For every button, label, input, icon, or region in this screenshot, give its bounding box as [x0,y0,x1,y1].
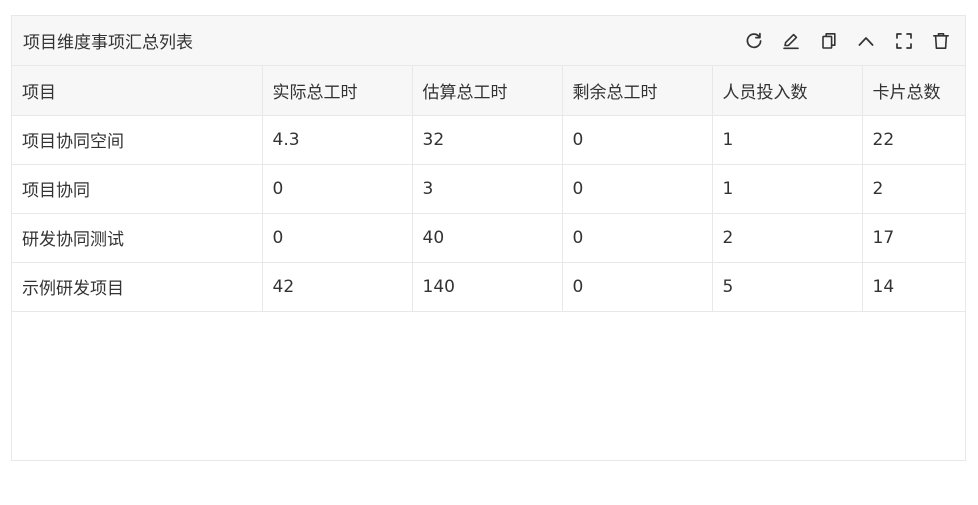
summary-panel: 项目维度事项汇总列表 项目 实际总工时 估算总工时 剩余总工时 人员投入数 卡片… [11,15,966,461]
panel-header: 项目维度事项汇总列表 [12,16,965,66]
delete-icon[interactable] [931,31,951,51]
cell-estimated-hours: 140 [412,262,563,312]
cell-card-count: 2 [862,164,965,214]
table-row[interactable]: 示例研发项目 42 140 0 5 14 [12,262,965,312]
cell-remaining-hours: 0 [562,164,713,214]
cell-project: 示例研发项目 [12,262,263,312]
cell-estimated-hours: 32 [412,115,563,165]
cell-actual-hours: 0 [262,213,413,263]
panel-title: 项目维度事项汇总列表 [23,33,193,53]
cell-remaining-hours: 0 [562,213,713,263]
edit-icon[interactable] [781,31,801,51]
cell-remaining-hours: 0 [562,262,713,312]
cell-project: 研发协同测试 [12,213,263,263]
cell-headcount: 2 [712,213,863,263]
cell-card-count: 22 [862,115,965,165]
cell-actual-hours: 0 [262,164,413,214]
cell-project: 项目协同 [12,164,263,214]
cell-estimated-hours: 40 [412,213,563,263]
cell-headcount: 1 [712,164,863,214]
cell-actual-hours: 42 [262,262,413,312]
table-row[interactable]: 研发协同测试 0 40 0 2 17 [12,213,965,263]
collapse-icon[interactable] [856,31,876,51]
table-row[interactable]: 项目协同空间 4.3 32 0 1 22 [12,115,965,165]
fullscreen-icon[interactable] [894,31,914,51]
refresh-icon[interactable] [744,31,764,51]
table-header-row: 项目 实际总工时 估算总工时 剩余总工时 人员投入数 卡片总数 [12,66,965,116]
table-row[interactable]: 项目协同 0 3 0 1 2 [12,164,965,214]
summary-table: 项目 实际总工时 估算总工时 剩余总工时 人员投入数 卡片总数 项目协同空间 4… [12,66,965,312]
cell-estimated-hours: 3 [412,164,563,214]
copy-icon[interactable] [819,31,839,51]
column-header-project[interactable]: 项目 [12,66,263,116]
cell-card-count: 14 [862,262,965,312]
column-header-headcount[interactable]: 人员投入数 [712,66,863,116]
column-header-remaining-hours[interactable]: 剩余总工时 [562,66,713,116]
cell-project: 项目协同空间 [12,115,263,165]
cell-headcount: 1 [712,115,863,165]
cell-remaining-hours: 0 [562,115,713,165]
panel-toolbar [726,31,951,51]
column-header-actual-hours[interactable]: 实际总工时 [262,66,413,116]
cell-headcount: 5 [712,262,863,312]
cell-actual-hours: 4.3 [262,115,413,165]
cell-card-count: 17 [862,213,965,263]
column-header-estimated-hours[interactable]: 估算总工时 [412,66,563,116]
column-header-card-count[interactable]: 卡片总数 [862,66,965,116]
